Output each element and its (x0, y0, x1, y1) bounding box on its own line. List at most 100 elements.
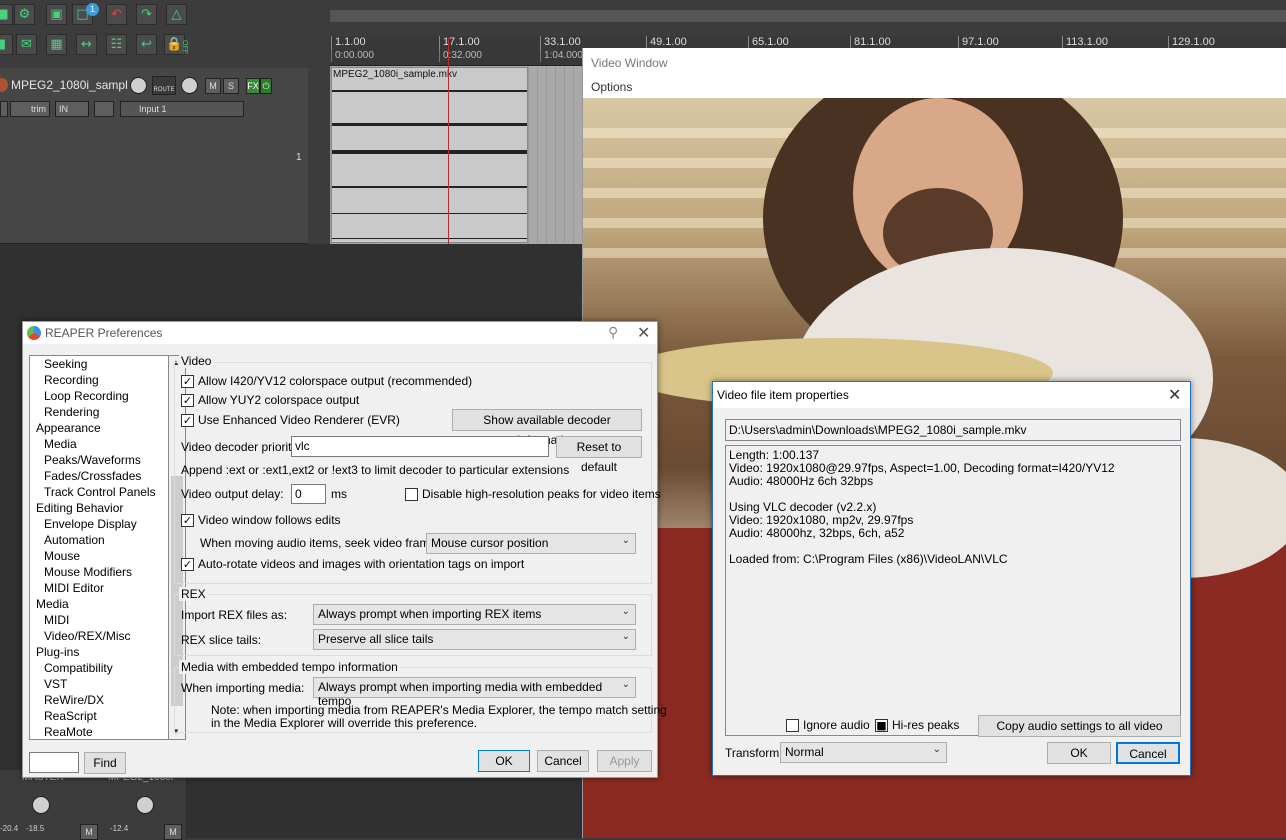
ripple-icon[interactable]: ✉ (16, 34, 37, 55)
ruler-mark: 17.1.00 (439, 36, 480, 50)
trim-button[interactable]: trim (10, 101, 50, 117)
trim-icon[interactable]: ▮ (0, 34, 13, 55)
pin-icon[interactable]: ⚲ (608, 324, 618, 341)
solo-button[interactable]: S (223, 78, 239, 94)
tree-item[interactable]: ReaMote (44, 725, 93, 739)
input-monitor-button[interactable]: IN (55, 101, 89, 117)
use-evr-checkbox[interactable]: ✓ (181, 414, 194, 427)
undo-icon[interactable]: ↶ (106, 4, 127, 25)
tree-item[interactable]: Mouse (44, 549, 80, 563)
ok-button[interactable]: OK (1047, 742, 1111, 764)
redo-icon[interactable]: ↷ (136, 4, 157, 25)
close-icon[interactable]: ✕ (1168, 385, 1181, 405)
envelope-icon[interactable]: ↔ (76, 34, 97, 55)
file-info-text[interactable]: Length: 1:00.137 Video: 1920x1080@29.97fp… (725, 445, 1181, 736)
disable-hires-checkbox[interactable] (405, 488, 418, 501)
tree-item[interactable]: Compatibility (44, 661, 113, 675)
tree-item[interactable]: Automation (44, 533, 105, 547)
output-delay-input[interactable]: 0 (291, 484, 326, 504)
tree-item[interactable]: ReaScript (44, 709, 97, 723)
append-hint: Append :ext or :ext1,ext2 or !ext3 to li… (181, 463, 570, 477)
route-button[interactable]: ROUTE (152, 76, 176, 95)
tree-item[interactable]: MIDI (44, 613, 69, 627)
autorotate-checkbox[interactable]: ✓ (181, 558, 194, 571)
allow-yuy2-checkbox[interactable]: ✓ (181, 394, 194, 407)
tree-item[interactable]: Media (44, 437, 77, 451)
input-select[interactable]: Input 1 (120, 101, 244, 117)
cancel-button[interactable]: Cancel (1116, 742, 1180, 764)
video-group-label: Video (179, 354, 214, 368)
file-path-field[interactable]: D:\Users\admin\Downloads\MPEG2_1080i_sam… (725, 419, 1181, 441)
loop-icon[interactable]: ↩ (136, 34, 157, 55)
tree-item[interactable]: VST (44, 677, 67, 691)
master-volume-knob[interactable] (32, 796, 50, 814)
tree-item[interactable]: Fades/Crossfades (44, 469, 141, 483)
volume-knob[interactable] (130, 77, 147, 94)
when-importing-select[interactable]: Always prompt when importing media with … (313, 677, 636, 708)
tree-item[interactable]: Recording (44, 373, 99, 387)
tree-item[interactable]: Video/REX/Misc (44, 629, 131, 643)
tree-item[interactable]: Appearance (36, 421, 101, 435)
follows-edits-checkbox[interactable]: ✓ (181, 514, 194, 527)
show-decoder-info-button[interactable]: Show available decoder information (452, 409, 642, 447)
lock-state-label: OFF (181, 40, 188, 54)
tree-item[interactable]: Track Control Panels (44, 485, 156, 499)
snap-icon[interactable]: ☷ (106, 34, 127, 55)
copy-audio-settings-button[interactable]: Copy audio settings to all video sources (978, 715, 1181, 753)
find-button[interactable]: Find (84, 752, 126, 774)
ok-button[interactable]: OK (478, 750, 530, 772)
options-menu[interactable]: Options (583, 75, 1286, 98)
input-fx-button[interactable] (94, 101, 114, 117)
render-icon[interactable]: ▣ (46, 4, 67, 25)
tree-item[interactable]: Peaks/Waveforms (44, 453, 141, 467)
allow-i420-checkbox[interactable]: ✓ (181, 375, 194, 388)
project-settings-icon[interactable]: ⚙ (14, 4, 35, 25)
hires-peaks-label: Hi-res peaks (892, 718, 960, 732)
mute-button[interactable]: M (205, 78, 221, 94)
pan-knob[interactable] (181, 77, 198, 94)
metronome-icon[interactable]: △ (166, 4, 187, 25)
decoder-priority-label: Video decoder priority: (181, 440, 301, 454)
import-rex-select[interactable]: Always prompt when importing REX items ⌄ (313, 604, 636, 625)
track-name[interactable]: MPEG2_1080i_sampl (11, 78, 129, 94)
play-cursor[interactable] (448, 38, 449, 244)
preferences-tree[interactable]: Seeking Recording Loop Recording Rendering A… (29, 355, 169, 740)
tree-item[interactable]: Rendering (44, 405, 99, 419)
decoder-priority-input[interactable]: vlc (291, 436, 549, 457)
ignore-audio-checkbox[interactable] (786, 719, 799, 732)
tree-item[interactable]: Plug-ins (36, 645, 79, 659)
tree-item[interactable]: Loop Recording (44, 389, 129, 403)
tree-item[interactable]: Mouse Modifiers (44, 565, 132, 579)
apply-button[interactable]: Apply (597, 750, 652, 772)
slice-tails-select[interactable]: Preserve all slice tails ⌄ (313, 629, 636, 650)
rex-group-label: REX (179, 587, 208, 601)
grid-icon[interactable]: ▦ (46, 34, 67, 55)
import-rex-label: Import REX files as: (181, 608, 288, 622)
phase-icon[interactable] (0, 101, 8, 117)
hires-peaks-checkbox[interactable]: ■ (875, 719, 888, 732)
fx-bypass-icon[interactable]: ⏻ (260, 78, 272, 94)
media-item[interactable]: MPEG2_1080i_sample.mkv (331, 67, 528, 243)
close-icon[interactable]: ✕ (637, 323, 650, 343)
tree-item[interactable]: ReWire/DX (44, 693, 104, 707)
cancel-button[interactable]: Cancel (537, 750, 589, 772)
fx-button[interactable]: FX (246, 78, 260, 94)
preferences-title-bar: REAPER Preferences (23, 322, 657, 344)
transform-select[interactable]: Normal ⌄ (780, 742, 947, 763)
tree-item[interactable]: Editing Behavior (36, 501, 123, 515)
reaper-logo-icon (27, 326, 41, 340)
find-input[interactable] (29, 752, 79, 773)
tree-item[interactable]: Envelope Display (44, 517, 137, 531)
track-volume-knob[interactable] (136, 796, 154, 814)
reset-to-default-button[interactable]: Reset to default (556, 436, 642, 474)
when-importing-label: When importing media: (181, 681, 305, 695)
note-line-2: in the Media Explorer will override this… (211, 716, 478, 730)
info-line: Audio: 48000hz, 32bps, 6ch, a52 (729, 526, 905, 540)
tree-item[interactable]: Seeking (44, 357, 87, 371)
timeline-scrollbar[interactable] (330, 10, 1286, 22)
seek-select[interactable]: Mouse cursor position ⌄ (426, 533, 636, 554)
save-icon[interactable]: ■ (0, 4, 13, 25)
tree-item[interactable]: MIDI Editor (44, 581, 104, 595)
tree-item[interactable]: Media (36, 597, 69, 611)
media-item-name: MPEG2_1080i_sample.mkv (333, 69, 457, 80)
